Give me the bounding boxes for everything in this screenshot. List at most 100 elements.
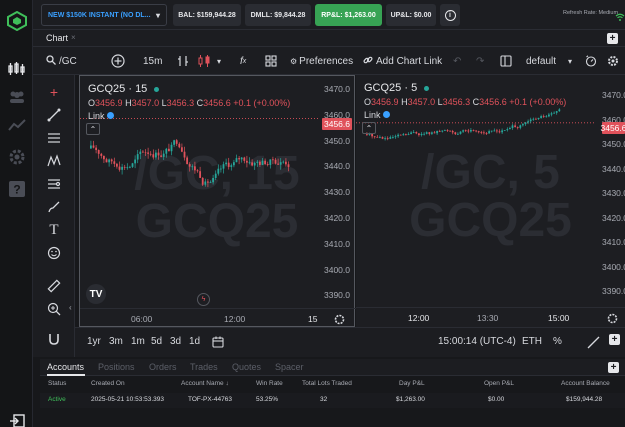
chart-pane-15m[interactable]: /GC, 15 GCQ25 GCQ25 · 15 O3456.9 H3457.0… [79,75,356,327]
candle [168,143,170,152]
candles-icon[interactable] [197,53,211,69]
candle [277,158,280,166]
settings-gear-icon[interactable] [607,53,619,69]
trend-line-icon[interactable] [45,106,63,124]
range-3m[interactable]: 3m [109,336,123,347]
expand-icon[interactable] [587,336,600,352]
add-panel-button[interactable]: + [609,334,620,345]
col-total-lots[interactable]: Total Lots Traded [302,380,352,387]
symbol-search[interactable]: /GC [46,53,77,69]
candle [142,150,144,154]
horizontal-lines-icon[interactable] [45,129,63,147]
collapse-legend-icon[interactable]: ⌃ [362,122,376,134]
candle [131,162,134,169]
panel-toggle-icon[interactable] [500,53,512,69]
account-selector[interactable]: NEW $150K INSTANT (NO DL... ▾ [41,4,167,26]
date-range-icon[interactable] [212,336,225,351]
fib-icon[interactable] [45,175,63,193]
community-nav-icon[interactable] [6,86,28,108]
flash-icon[interactable]: ϟ [197,293,210,306]
col-day-pnl[interactable]: Day P&L [399,380,425,387]
candle [381,136,384,140]
candle [118,161,121,172]
timer-icon[interactable] [585,53,597,69]
balance-chip: BAL: $159,944.28 [173,4,241,26]
add-bottom-tab-button[interactable]: + [608,362,619,373]
session-clock: 15:00:14 (UTC-4) [438,336,516,347]
price-tick: 3390.0 [602,286,625,296]
candle [524,122,527,126]
undo-icon[interactable]: ↶ [453,53,461,69]
col-status[interactable]: Status [48,380,66,387]
tab-quotes[interactable]: Quotes [232,362,261,372]
settings-nav-icon[interactable] [6,146,28,168]
close-tab-icon[interactable]: × [71,33,76,42]
candle [519,124,522,130]
charts-nav-icon[interactable] [6,58,28,80]
tab-positions[interactable]: Positions [98,362,135,372]
layout-select[interactable]: default ▾ [526,53,572,69]
preferences-button[interactable]: ⚙ Preferences [290,53,353,69]
tab-orders[interactable]: Orders [149,362,177,372]
magnet-icon[interactable] [45,330,63,348]
help-nav-icon[interactable]: ? [6,178,28,200]
candle [285,158,287,167]
add-chart-link-button[interactable]: Add Chart Link [363,53,442,69]
chevron-down-icon[interactable]: ▾ [217,53,221,69]
col-account-name[interactable]: Account Name ↓ [181,380,229,387]
ruler-icon[interactable] [45,277,63,295]
collapse-tools-icon[interactable]: ‹ [69,303,72,312]
col-win-rate[interactable]: Win Rate [256,380,283,387]
tab-chart[interactable]: Chart [46,33,68,43]
zoom-in-icon[interactable] [45,300,63,318]
candle [183,146,186,161]
collapse-legend-icon[interactable]: ⌃ [86,123,100,135]
candle [397,133,400,139]
chart-link-label[interactable]: Link [88,111,115,121]
candle [272,156,274,165]
candle [204,178,207,187]
col-open-pnl[interactable]: Open P&L [484,380,514,387]
brush-icon[interactable] [45,198,63,216]
add-tab-button[interactable]: + [607,33,618,44]
table-row[interactable]: Active 2025-05-21 10:53:53.393 TOF-PX-44… [40,393,625,408]
tab-accounts[interactable]: Accounts [47,362,84,372]
time-axis: 12:00 13:30 15:00 [356,307,625,327]
percent-toggle[interactable]: % [553,336,562,347]
candle [464,129,467,132]
chart-link-label[interactable]: Link [364,110,391,120]
interval-button[interactable]: 15m [143,53,162,69]
range-1m[interactable]: 1m [131,336,145,347]
range-3d[interactable]: 3d [170,336,181,347]
range-1d[interactable]: 1d [189,336,200,347]
range-5d[interactable]: 5d [151,336,162,347]
candle [261,158,264,166]
col-account-balance[interactable]: Account Balance [561,380,610,387]
chart-pane-5m[interactable]: /GC, 5 GCQ25 GCQ25 · 5 O3456.9 H3457.0 L… [356,75,625,327]
info-button[interactable]: i [440,4,460,26]
logout-icon[interactable] [6,410,28,427]
search-icon [46,54,56,68]
add-indicator-compare-icon[interactable] [111,53,125,69]
candle [433,131,436,134]
col-created-on[interactable]: Created On [91,380,125,387]
candle [373,136,376,139]
emoji-icon[interactable] [45,244,63,262]
session-toggle[interactable]: ETH [522,336,542,347]
redo-icon[interactable]: ↷ [476,53,484,69]
cell-account-balance: $159,944.28 [566,396,603,403]
text-tool-icon[interactable]: T [45,221,63,239]
cell-total-lots: 32 [320,396,328,403]
bar-style-icon[interactable] [177,53,189,69]
indicators-fx-icon[interactable]: fx [240,53,246,69]
tab-trades[interactable]: Trades [190,362,218,372]
crosshair-icon[interactable]: + [45,83,63,101]
drawing-tools: + T ‹ [33,75,75,357]
range-1yr[interactable]: 1yr [87,336,101,347]
layout-grid-icon[interactable] [265,53,277,69]
pattern-icon[interactable] [45,152,63,170]
candle [457,132,459,136]
analytics-nav-icon[interactable] [6,114,28,136]
tab-spacer[interactable]: Spacer [275,362,304,372]
candle [178,142,181,149]
